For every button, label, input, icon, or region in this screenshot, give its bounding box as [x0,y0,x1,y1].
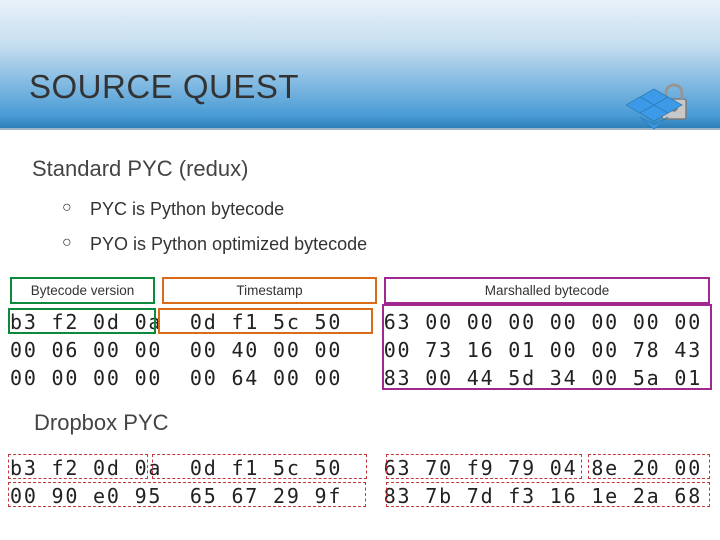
subtitle-standard: Standard PYC (redux) [32,156,248,182]
bullet-list: PYC is Python bytecode PYO is Python opt… [62,192,367,262]
overlay-dropbox-seg [8,482,366,507]
labels-row: Bytecode version Timestamp Marshalled by… [10,277,710,304]
dropbox-lock-icon [626,75,696,131]
overlay-timestamp [158,308,373,334]
overlay-dropbox-seg [386,482,710,507]
overlay-marshalled [382,304,712,390]
label-bytecode-version: Bytecode version [10,277,155,304]
label-timestamp: Timestamp [162,277,377,304]
page-title: SOURCE QUEST [29,68,299,106]
overlay-dropbox-seg [386,454,582,479]
overlay-dropbox-seg [152,454,367,479]
overlay-dropbox-seg [588,454,710,479]
label-marshalled: Marshalled bytecode [384,277,710,304]
overlay-dropbox-seg [8,454,148,479]
bullet-item: PYO is Python optimized bytecode [62,227,367,262]
bullet-item: PYC is Python bytecode [62,192,367,227]
subtitle-dropbox: Dropbox PYC [34,410,169,436]
overlay-version [8,308,156,334]
